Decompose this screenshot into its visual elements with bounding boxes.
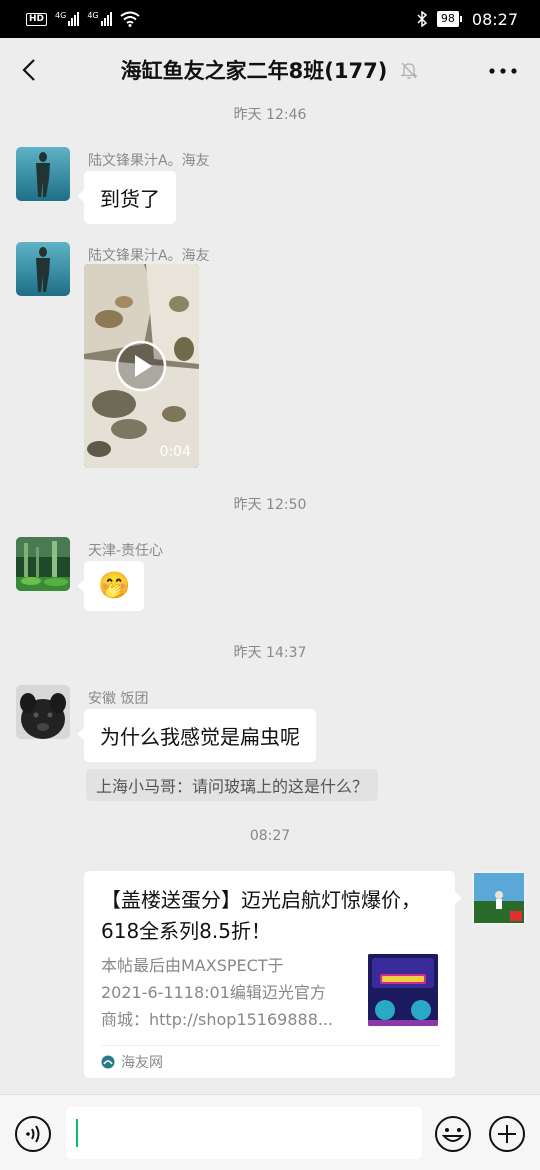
quoted-reply[interactable]: 上海小马哥：请问玻璃上的这是什么？ [86,769,379,801]
card-description: 本帖最后由MAXSPECT于 2021-6-1118:01编辑迈光官方 商城：h… [101,956,334,1029]
more-options-icon[interactable] [488,67,518,75]
card-title: 【盖楼送蛋分】迈光启航灯惊爆价，618全系列8.5折！ [101,888,421,943]
avatar[interactable] [16,242,70,296]
status-bar: HD 4G 4G 98 08:27 [0,0,540,38]
sender-name: 天津-责任心 [88,543,164,559]
chat-header: 海缸鱼友之家二年8班(177) [0,38,540,102]
bluetooth-icon [417,11,427,27]
message-input[interactable] [66,1107,422,1159]
card-thumbnail [368,954,438,1026]
emoji-icon[interactable] [434,1115,472,1153]
back-arrow-icon[interactable] [18,58,42,82]
card-source: 海友网 [101,1052,163,1072]
chat-title: 海缸鱼友之家二年8班(177) [120,59,388,83]
timestamp: 昨天 12:50 [233,497,307,513]
hd-badge: HD [26,12,48,26]
avatar[interactable] [16,147,70,201]
plus-icon[interactable] [488,1115,526,1153]
text-cursor [76,1119,78,1147]
status-time: 08:27 [471,9,518,29]
mute-bell-icon [400,62,419,79]
sender-name: 陆文锋果汁A。海友 [88,153,210,169]
avatar[interactable] [16,537,70,591]
message-bubble[interactable]: 到货了 [77,171,176,224]
signal-icon-2: 4G [87,12,112,26]
video-message[interactable]: 0:04 [84,264,199,468]
signal-icon: 4G [55,12,80,26]
timestamp: 昨天 14:37 [233,645,307,661]
timestamp: 08:27 [249,828,291,844]
wifi-icon [119,11,140,27]
play-icon[interactable] [114,339,168,393]
sender-name: 陆文锋果汁A。海友 [88,248,210,264]
card-divider [101,1045,441,1046]
my-avatar[interactable] [472,871,526,925]
voice-input-icon[interactable] [14,1115,52,1153]
site-logo-icon [101,1055,115,1069]
video-duration: 0:04 [159,444,191,460]
avatar[interactable] [16,685,70,739]
emoji-message[interactable]: 🤭 [76,561,145,611]
sender-name: 安徽 饭团 [88,691,149,707]
message-bubble[interactable]: 为什么我感觉是扁虫呢 [77,709,316,762]
battery-icon: 98 [436,11,462,27]
link-card[interactable]: 【盖楼送蛋分】迈光启航灯惊爆价，618全系列8.5折！ 本帖最后由MAXSPEC… [84,871,462,1078]
timestamp: 昨天 12:46 [233,107,307,123]
input-bar [0,1094,540,1170]
